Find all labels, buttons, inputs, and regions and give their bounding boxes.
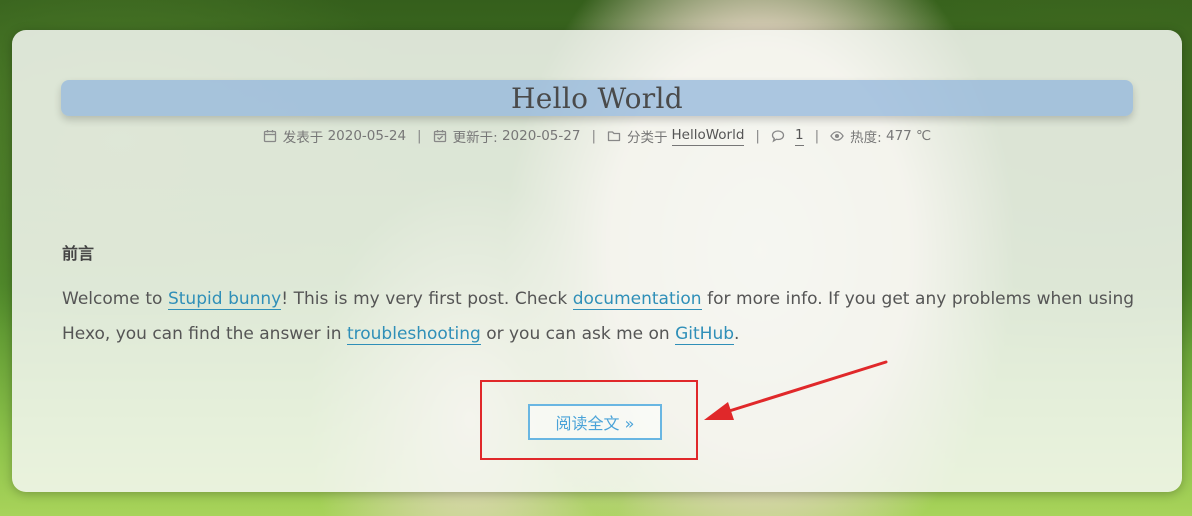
annotation-arrow	[704, 360, 888, 420]
